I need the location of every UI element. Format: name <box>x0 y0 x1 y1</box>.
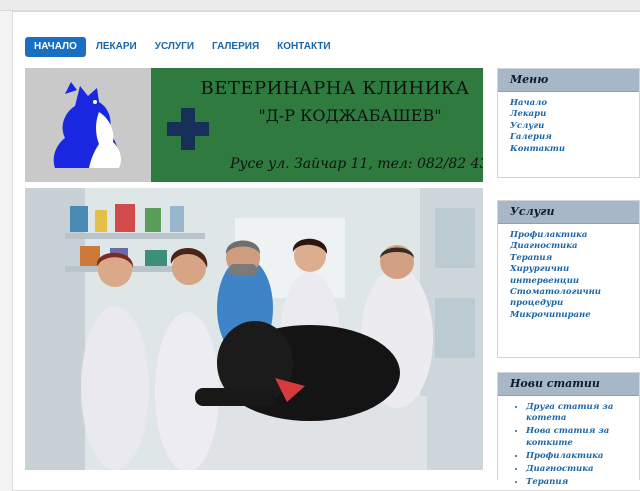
service-link-prophylaxis[interactable]: Профилактика <box>510 230 635 241</box>
news-item-label[interactable]: Терапия <box>526 477 568 487</box>
service-link-microchip[interactable]: Микрочипиране <box>510 310 635 321</box>
menu-box: Меню Начало Лекари Услуги Галерия Контак… <box>497 68 640 178</box>
nav-item-services[interactable]: УСЛУГИ <box>147 37 202 57</box>
news-item[interactable]: Терапия <box>526 477 639 488</box>
news-item-label[interactable]: Друга статия за котета <box>526 402 613 423</box>
menu-link-contacts[interactable]: Контакти <box>510 144 639 155</box>
news-item[interactable]: Нова статия за котките <box>526 426 639 448</box>
news-item-label[interactable]: Нова статия за котките <box>526 426 609 447</box>
services-box: Услуги Профилактика Диагностика Терапия … <box>497 200 640 358</box>
menu-link-home[interactable]: Начало <box>510 98 639 109</box>
clinic-logo[interactable] <box>25 68 151 182</box>
nav-item-home[interactable]: НАЧАЛО <box>25 37 86 57</box>
header-banner: ВЕТЕРИНАРНА КЛИНИКА "Д-Р КОДЖАБАШЕВ" Рус… <box>25 68 483 182</box>
menu-box-title: Меню <box>498 69 639 92</box>
clinic-address: Русе ул. Зайчар 11, тел: 082/82 43 44 <box>230 156 483 172</box>
news-list: Друга статия за котета Нова статия за ко… <box>498 396 639 488</box>
nav-item-contacts[interactable]: КОНТАКТИ <box>269 37 338 57</box>
menu-link-services[interactable]: Услуги <box>510 121 639 132</box>
nav-item-doctors[interactable]: ЛЕКАРИ <box>88 37 145 57</box>
news-box: Нови статии Друга статия за котета Нова … <box>497 372 640 487</box>
news-item[interactable]: Друга статия за котета <box>526 402 639 424</box>
clinic-name: "Д-Р КОДЖАБАШЕВ" <box>258 106 442 125</box>
service-link-surgery[interactable]: Хирургични интервенции <box>510 264 590 287</box>
cat-dog-logo-icon <box>25 68 151 182</box>
clinic-title: ВЕТЕРИНАРНА КЛИНИКА <box>200 78 470 99</box>
menu-links: Начало Лекари Услуги Галерия Контакти <box>498 92 639 155</box>
services-box-title: Услуги <box>498 201 639 224</box>
browser-top-strip <box>0 0 640 11</box>
service-link-dental[interactable]: Стоматологични процедури <box>510 287 610 310</box>
main-navigation: НАЧАЛО ЛЕКАРИ УСЛУГИ ГАЛЕРИЯ КОНТАКТИ <box>25 37 341 57</box>
news-item[interactable]: Профилактика <box>526 451 639 462</box>
services-links: Профилактика Диагностика Терапия Хирурги… <box>498 224 639 321</box>
news-item-label[interactable]: Профилактика <box>526 451 603 461</box>
service-link-therapy[interactable]: Терапия <box>510 253 635 264</box>
news-item-label[interactable]: Диагностика <box>526 464 594 474</box>
team-photo-image <box>25 188 483 470</box>
menu-link-doctors[interactable]: Лекари <box>510 109 639 120</box>
news-item[interactable]: Диагностика <box>526 464 639 475</box>
menu-link-gallery[interactable]: Галерия <box>510 132 639 143</box>
news-box-title: Нови статии <box>498 373 639 396</box>
medical-cross-icon <box>167 108 209 150</box>
team-photo <box>25 188 483 470</box>
nav-item-gallery[interactable]: ГАЛЕРИЯ <box>204 37 267 57</box>
service-link-diagnostics[interactable]: Диагностика <box>510 241 635 252</box>
